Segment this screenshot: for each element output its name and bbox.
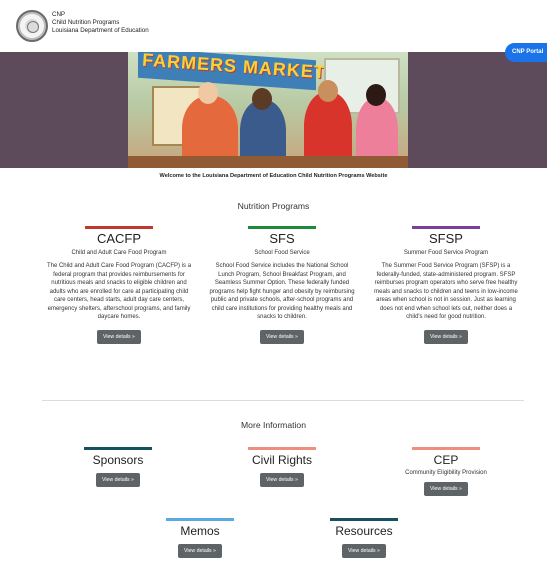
nutrition-programs-heading: Nutrition Programs (237, 201, 310, 211)
view-details-button[interactable]: View details » (342, 544, 386, 558)
info-accent-bar (166, 518, 234, 521)
view-details-button[interactable]: View details » (97, 329, 141, 344)
hero-photo: FARMERS MARKET (128, 52, 408, 168)
brand-line-department: Louisiana Department of Education (52, 27, 149, 34)
info-card-memos: Memos View details » (150, 518, 250, 558)
info-accent-bar (248, 447, 316, 450)
site-header: CNP Child Nutrition Programs Louisiana D… (0, 0, 547, 52)
program-title: CACFP (96, 231, 142, 246)
program-subtitle: Child and Adult Care Food Program (71, 250, 167, 256)
program-accent-bar (85, 226, 153, 229)
section-divider (42, 400, 524, 401)
table-top (128, 156, 408, 168)
program-title: SFS (269, 231, 295, 246)
program-title: SFSP (429, 231, 463, 246)
cnp-portal-button[interactable]: CNP Portal (505, 43, 547, 62)
brand-line-program: Child Nutrition Programs (52, 19, 120, 26)
hero-section: FARMERS MARKET (0, 52, 547, 168)
view-details-button[interactable]: View details » (260, 329, 304, 344)
view-details-button[interactable]: View details » (260, 473, 304, 487)
info-title: Sponsors (92, 453, 144, 467)
view-details-button[interactable]: View details » (424, 329, 468, 344)
info-card-resources: Resources View details » (314, 518, 414, 558)
info-accent-bar (330, 518, 398, 521)
info-accent-bar (412, 447, 480, 450)
welcome-text: Welcome to the Louisiana Department of E… (159, 173, 388, 179)
child-head (198, 82, 218, 104)
info-title: Civil Rights (251, 453, 312, 467)
program-card-sfs: SFS School Food Service School Food Serv… (207, 226, 357, 344)
site-brand[interactable]: CNP Child Nutrition Programs Louisiana D… (52, 11, 149, 35)
program-subtitle: Summer Food Service Program (403, 250, 489, 256)
louisiana-seal-icon[interactable] (16, 10, 48, 42)
program-description: The Summer Food Service Program (SFSP) i… (374, 263, 518, 320)
child-head (366, 84, 386, 106)
info-card-cep: CEP Community Eligibility Provision View… (386, 447, 506, 496)
more-information-heading: More Information (241, 420, 306, 430)
info-card-sponsors: Sponsors View details » (68, 447, 168, 487)
program-card-cacfp: CACFP Child and Adult Care Food Program … (44, 226, 194, 344)
view-details-button[interactable]: View details » (178, 544, 222, 558)
view-details-button[interactable]: View details » (96, 473, 140, 487)
program-card-sfsp: SFSP Summer Food Service Program The Sum… (371, 226, 521, 344)
info-card-civil-rights: Civil Rights View details » (232, 447, 332, 487)
program-description: School Food Service includes the Nationa… (209, 263, 355, 320)
program-accent-bar (412, 226, 480, 229)
info-title: Memos (180, 524, 220, 538)
view-details-button[interactable]: View details » (424, 482, 468, 496)
info-title: Resources (335, 524, 393, 538)
info-subtitle: Community Eligibility Provision (405, 470, 487, 476)
program-accent-bar (248, 226, 316, 229)
brand-line-cnp: CNP (52, 11, 66, 18)
child-head (318, 80, 338, 102)
info-accent-bar (84, 447, 152, 450)
info-title: CEP (433, 453, 459, 467)
program-subtitle: School Food Service (254, 250, 310, 256)
program-description: The Child and Adult Care Food Program (C… (46, 263, 192, 320)
child-head (252, 88, 272, 110)
